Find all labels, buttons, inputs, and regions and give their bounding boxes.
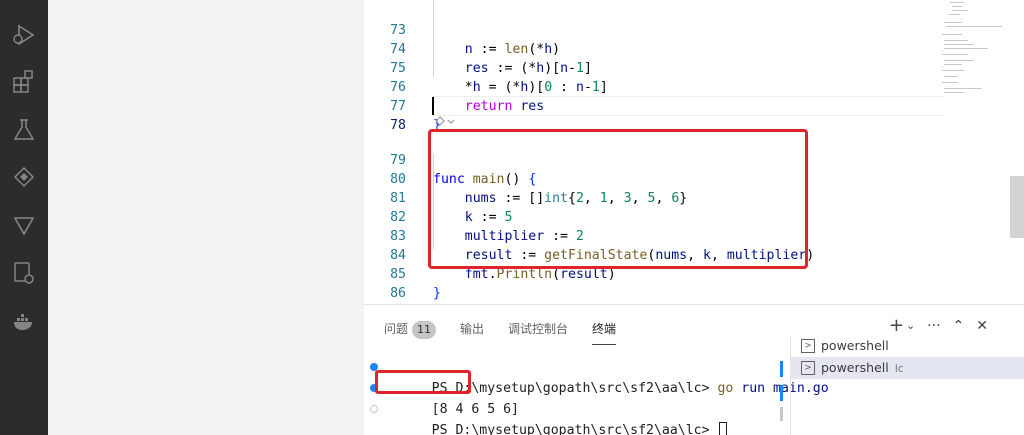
terminal-item-cwd: lc bbox=[894, 362, 904, 375]
text-cursor bbox=[432, 97, 434, 115]
tab-debug-console[interactable]: 调试控制台 bbox=[508, 317, 568, 341]
new-terminal-icon[interactable]: + bbox=[889, 315, 904, 336]
code-line: 77 } bbox=[364, 78, 944, 133]
maximize-panel-icon[interactable]: ⌃ bbox=[953, 318, 965, 334]
code-text: } bbox=[433, 286, 441, 301]
code-line: 76 return res bbox=[364, 59, 944, 114]
annotation-box-output bbox=[375, 370, 471, 394]
command-decoration-icon[interactable] bbox=[370, 405, 378, 413]
tab-problems[interactable]: 问题 11 bbox=[384, 317, 437, 341]
terminal-list-item[interactable]: > powershell lc bbox=[791, 357, 1024, 379]
panel-tabs: 问题 11 输出 调试控制台 终端 bbox=[384, 317, 640, 345]
docker-icon[interactable] bbox=[11, 308, 37, 334]
minimap[interactable] bbox=[940, 0, 1010, 110]
close-panel-icon[interactable]: ✕ bbox=[976, 318, 988, 334]
tab-label: 调试控制台 bbox=[508, 322, 569, 336]
settings-sync-icon[interactable] bbox=[11, 260, 37, 286]
remote-explorer-icon[interactable] bbox=[11, 164, 37, 190]
terminal-icon: > bbox=[801, 339, 815, 353]
deploy-icon[interactable] bbox=[11, 212, 37, 238]
terminal-list-item[interactable]: > powershell bbox=[791, 335, 1024, 357]
tab-output[interactable]: 输出 bbox=[460, 317, 484, 341]
code-line: 78 bbox=[364, 97, 944, 133]
panel-actions: + ⌄ ··· ⌃ ✕ bbox=[877, 315, 988, 336]
tab-label: 问题 bbox=[384, 322, 409, 336]
run-debug-icon[interactable] bbox=[11, 22, 37, 48]
terminal-icon: > bbox=[801, 361, 815, 375]
code-action-lightbulb-icon[interactable] bbox=[434, 116, 458, 130]
sidebar bbox=[48, 0, 364, 435]
terminal-scrollbar[interactable] bbox=[780, 357, 784, 435]
terminal-prompt: PS D:\mysetup\gopath\src\sf2\aa\lc> bbox=[431, 423, 718, 435]
chevron-down-icon[interactable]: ⌄ bbox=[906, 319, 915, 332]
terminal-item-label: powershell bbox=[821, 338, 889, 353]
annotation-box-main-func bbox=[428, 129, 808, 269]
code-line: 75 *h = (*h)[0 : n-1] bbox=[364, 40, 944, 95]
line-number: 86 bbox=[390, 286, 406, 301]
activity-bar bbox=[0, 0, 48, 435]
tab-label: 输出 bbox=[460, 322, 485, 336]
terminal-cursor bbox=[719, 422, 728, 435]
terminal-line: PS D:\mysetup\gopath\src\sf2\aa\lc> bbox=[370, 399, 780, 435]
testing-icon[interactable] bbox=[11, 117, 37, 143]
code-line: 73 n := len(*h) bbox=[364, 2, 944, 57]
problems-count-badge: 11 bbox=[412, 321, 437, 339]
tab-terminal[interactable]: 终端 bbox=[592, 317, 617, 345]
terminal-list: > powershell > powershell lc bbox=[790, 335, 1024, 435]
terminal-item-label: powershell bbox=[821, 360, 889, 375]
more-actions-icon[interactable]: ··· bbox=[927, 318, 940, 334]
editor-scrollbar[interactable] bbox=[1010, 176, 1024, 238]
code-line: 74 res := (*h)[n-1] bbox=[364, 21, 944, 76]
tab-label: 终端 bbox=[592, 322, 617, 336]
extensions-icon[interactable] bbox=[11, 68, 37, 94]
